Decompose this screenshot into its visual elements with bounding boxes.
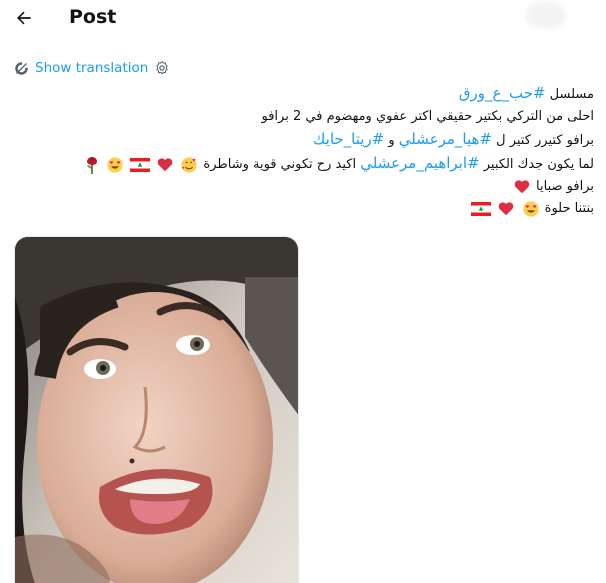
post-line-6: بنتنا حلوة	[14, 198, 594, 220]
header-bar: Post	[0, 0, 606, 40]
post-line-1: مسلسل #حب_ع_ورق	[458, 84, 594, 102]
smiling-face-with-hearts-icon	[181, 156, 197, 173]
rose-icon	[86, 156, 97, 174]
red-heart-icon	[499, 201, 514, 215]
hashtag-link[interactable]: #ابراهيم_مرعشلي	[360, 154, 479, 172]
gear-icon[interactable]	[154, 60, 170, 76]
post-line-5: برافو صبايا	[14, 176, 594, 198]
post-body: مسلسل #حب_ع_ورق احلى من التركي بكتير حقي…	[14, 82, 594, 220]
hashtag-link[interactable]: #حب_ع_ورق	[459, 84, 546, 102]
blurred-header-control	[526, 2, 566, 28]
post-line-3: برافو كتيرر كتير ل #هيا_مرعشلي و #ريتا_ح…	[313, 130, 594, 148]
translate-icon	[15, 61, 28, 75]
heart-eyes-icon	[107, 156, 123, 173]
portrait-photo	[15, 237, 298, 583]
back-button[interactable]	[10, 4, 38, 32]
hashtag-link[interactable]: #ريتا_حايك	[313, 130, 384, 148]
page-title: Post	[69, 6, 117, 28]
red-heart-icon	[157, 157, 173, 171]
post-line-4: لما يكون جدك الكبير #ابراهيم_مرعشلي اكيد…	[14, 152, 594, 176]
heart-eyes-icon	[522, 200, 539, 217]
translation-row: Show translation	[14, 59, 170, 77]
lebanon-flag-icon	[471, 201, 492, 216]
back-arrow-icon	[17, 11, 31, 25]
show-translation-link[interactable]: Show translation	[35, 60, 148, 76]
post-photo[interactable]	[14, 236, 299, 583]
red-heart-icon	[514, 179, 530, 193]
hashtag-link[interactable]: #هيا_مرعشلي	[399, 130, 492, 148]
post-line-2: احلى من التركي بكتير حقيقي اكتر عفوي ومه…	[261, 109, 595, 124]
lebanon-flag-icon	[129, 157, 150, 172]
